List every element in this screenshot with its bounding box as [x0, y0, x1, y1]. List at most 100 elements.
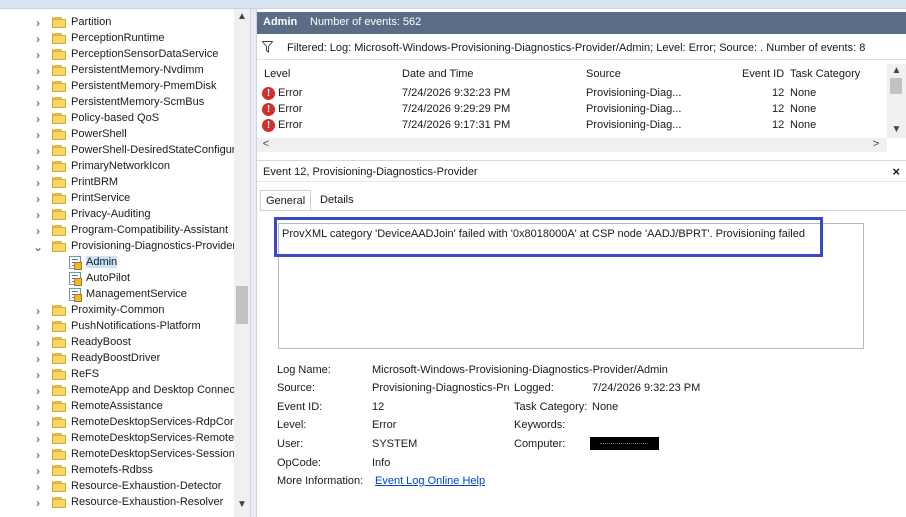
tree-folder-item[interactable]: › Program-Compatibility-Assistant — [0, 223, 234, 239]
chevron-right-icon[interactable]: › — [32, 448, 44, 462]
folder-icon — [52, 241, 66, 252]
tree-folder-item[interactable]: › PerceptionRuntime — [0, 31, 234, 47]
table-row[interactable]: ! Error 7/24/2026 9:32:23 PM Provisionin… — [257, 86, 887, 102]
tree-folder-item[interactable]: › PrintBRM — [0, 175, 234, 191]
tree-folder-item[interactable]: › ReFS — [0, 367, 234, 383]
tree-log-item[interactable]: AutoPilot — [0, 271, 234, 287]
tree-folder-item[interactable]: › Partition — [0, 15, 234, 31]
task-category-value: None — [592, 401, 619, 413]
folder-icon — [52, 49, 66, 60]
chevron-right-icon[interactable]: › — [32, 112, 44, 126]
column-header-source[interactable]: Source — [586, 68, 621, 80]
tree-folder-item[interactable]: › Resource-Exhaustion-Detector — [0, 479, 234, 495]
chevron-right-icon[interactable]: › — [32, 320, 44, 334]
chevron-right-icon[interactable]: › — [32, 416, 44, 430]
tree-folder-item[interactable]: › PowerShell-DesiredStateConfiguratic — [0, 143, 234, 159]
tree-folder-item[interactable]: › Resource-Exhaustion-Resolver — [0, 495, 234, 511]
tree-folder-item[interactable]: › PersistentMemory-Nvdimm — [0, 63, 234, 79]
tree-folder-item[interactable]: › RemoteDesktopServices-RdpCoreTS — [0, 415, 234, 431]
tree-log-item[interactable]: Admin — [0, 255, 234, 271]
event-log-online-help-link[interactable]: Event Log Online Help — [375, 475, 485, 487]
tree-folder-item[interactable]: › PerceptionSensorDataService — [0, 47, 234, 63]
tree-folder-item[interactable]: › Policy-based QoS — [0, 111, 234, 127]
table-row[interactable]: ! Error 7/24/2026 9:29:29 PM Provisionin… — [257, 102, 887, 118]
chevron-right-icon[interactable]: › — [32, 352, 44, 366]
tree-folder-item[interactable]: › PrimaryNetworkIcon — [0, 159, 234, 175]
error-icon: ! — [262, 87, 275, 100]
tree-folder-item[interactable]: › PersistentMemory-ScmBus — [0, 95, 234, 111]
chevron-right-icon[interactable]: › — [32, 80, 44, 94]
tree-folder-item[interactable]: › PersistentMemory-PmemDisk — [0, 79, 234, 95]
column-header-date[interactable]: Date and Time — [402, 68, 474, 80]
tree-item-label: RemoteDesktopServices-RemoteFX- — [71, 432, 234, 444]
tree-folder-item[interactable]: › Privacy-Auditing — [0, 207, 234, 223]
chevron-right-icon[interactable]: › — [32, 176, 44, 190]
chevron-right-icon[interactable]: › — [32, 192, 44, 206]
tab-general[interactable]: General — [260, 190, 312, 211]
scroll-right-icon[interactable]: > — [869, 138, 883, 150]
tree-folder-item[interactable]: › PowerShell — [0, 127, 234, 143]
chevron-right-icon[interactable]: › — [32, 480, 44, 494]
tree-folder-item[interactable]: › ReadyBoostDriver — [0, 351, 234, 367]
tree-log-item[interactable]: ManagementService — [0, 287, 234, 303]
scroll-down-icon[interactable]: ▼ — [887, 124, 906, 135]
chevron-right-icon[interactable]: › — [32, 224, 44, 238]
folder-icon — [52, 17, 66, 28]
folder-icon — [52, 321, 66, 332]
chevron-right-icon[interactable]: › — [32, 336, 44, 350]
row-event-id: 12 — [772, 119, 785, 131]
tree-item-label: Provisioning-Diagnostics-Provider — [71, 240, 234, 252]
chevron-right-icon[interactable]: › — [32, 432, 44, 446]
column-header-level[interactable]: Level — [264, 68, 290, 80]
folder-icon — [52, 433, 66, 444]
chevron-right-icon[interactable]: › — [32, 464, 44, 478]
tree-folder-item[interactable]: › RemoteAssistance — [0, 399, 234, 415]
chevron-right-icon[interactable]: › — [32, 368, 44, 382]
chevron-right-icon[interactable]: › — [32, 64, 44, 78]
chevron-right-icon[interactable]: › — [32, 304, 44, 318]
folder-icon — [52, 193, 66, 204]
chevron-right-icon[interactable]: › — [32, 48, 44, 62]
chevron-right-icon[interactable]: › — [32, 96, 44, 110]
chevron-right-icon[interactable]: › — [32, 144, 44, 158]
table-row[interactable]: ! Error 7/24/2026 9:17:31 PM Provisionin… — [257, 118, 887, 134]
chevron-right-icon[interactable]: › — [32, 128, 44, 142]
chevron-right-icon[interactable]: › — [32, 384, 44, 398]
chevron-right-icon[interactable]: › — [32, 160, 44, 174]
scroll-down-icon[interactable]: ▼ — [234, 499, 250, 513]
tree-folder-item[interactable]: › ReadyBoost — [0, 335, 234, 351]
tree-scrollbar[interactable]: ▲ ▼ — [234, 9, 250, 517]
scroll-thumb[interactable] — [890, 78, 902, 94]
tree-folder-item[interactable]: › RemoteDesktopServices-RemoteFX- — [0, 431, 234, 447]
detail-tabs: General Details — [257, 187, 906, 211]
tree-item-label: RemoteAssistance — [71, 400, 163, 412]
scroll-up-icon[interactable]: ▲ — [887, 65, 906, 76]
chevron-right-icon[interactable]: › — [32, 16, 44, 30]
chevron-right-icon[interactable]: › — [32, 208, 44, 222]
tree-item-label: PersistentMemory-Nvdimm — [71, 64, 204, 76]
column-header-event-id[interactable]: Event ID — [742, 68, 784, 80]
tree-folder-item[interactable]: › PushNotifications-Platform — [0, 319, 234, 335]
tree-folder-item[interactable]: › RemoteDesktopServices-SessionSer — [0, 447, 234, 463]
pane-splitter[interactable] — [250, 9, 257, 517]
chevron-down-icon[interactable]: ⌄ — [32, 240, 44, 254]
scroll-thumb[interactable] — [236, 286, 248, 324]
chevron-right-icon[interactable]: › — [32, 400, 44, 414]
tree-folder-item[interactable]: › Remotefs-Rdbss — [0, 463, 234, 479]
close-icon[interactable]: × — [892, 164, 900, 179]
log-name-title: Admin — [263, 16, 298, 28]
scroll-up-icon[interactable]: ▲ — [234, 11, 250, 25]
tree-folder-item[interactable]: › PrintService — [0, 191, 234, 207]
task-category-label: Task Category: — [514, 401, 588, 413]
scroll-left-icon[interactable]: < — [259, 138, 273, 150]
tree-folder-item[interactable]: › RemoteApp and Desktop Connectio — [0, 383, 234, 399]
grid-vertical-scrollbar[interactable]: ▲ ▼ — [887, 64, 906, 138]
tree-item-label: Remotefs-Rdbss — [71, 464, 153, 476]
chevron-right-icon[interactable]: › — [32, 496, 44, 510]
column-header-task-category[interactable]: Task Category — [790, 68, 860, 80]
tab-details[interactable]: Details — [315, 190, 359, 211]
chevron-right-icon[interactable]: › — [32, 32, 44, 46]
grid-horizontal-scrollbar[interactable]: < > — [257, 138, 887, 152]
tree-folder-item[interactable]: ⌄ Provisioning-Diagnostics-Provider — [0, 239, 234, 255]
tree-folder-item[interactable]: › Proximity-Common — [0, 303, 234, 319]
